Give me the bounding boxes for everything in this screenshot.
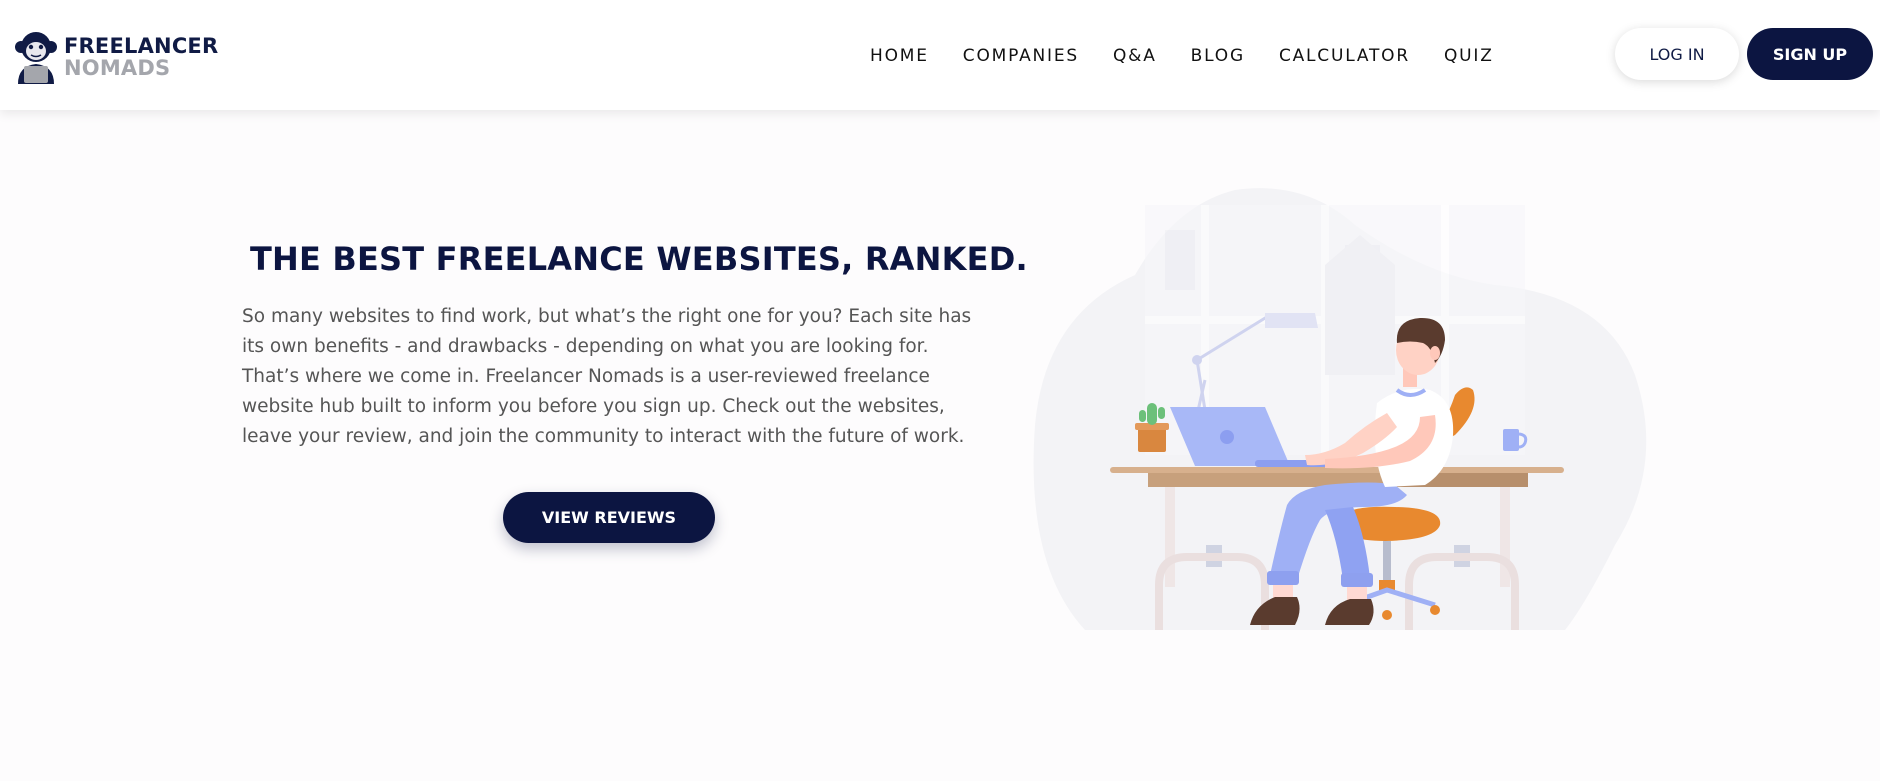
logo-text: FREELANCER NOMADS [64, 35, 218, 79]
login-button[interactable]: LOG IN [1615, 28, 1739, 80]
nav-qa[interactable]: Q&A [1113, 44, 1157, 68]
nav-home[interactable]: HOME [870, 44, 929, 68]
logo-name-top: FREELANCER [64, 34, 219, 58]
monkey-logo-icon [15, 32, 57, 84]
site-header: FREELANCER NOMADS HOME COMPANIES Q&A BLO… [0, 0, 1880, 110]
view-reviews-button[interactable]: VIEW REVIEWS [503, 492, 715, 543]
freelancer-at-desk-illustration [1033, 188, 1647, 630]
signup-button[interactable]: SIGN UP [1747, 28, 1873, 80]
hero-description: So many websites to find work, but what’… [242, 306, 972, 447]
nav-blog[interactable]: BLOG [1191, 44, 1245, 68]
nav-quiz[interactable]: QUIZ [1444, 44, 1494, 68]
main-nav: HOME COMPANIES Q&A BLOG CALCULATOR QUIZ [870, 44, 1494, 68]
hero-title: THE BEST FREELANCE WEBSITES, RANKED. [250, 240, 1028, 278]
logo-name-bottom: NOMADS [64, 56, 171, 80]
logo[interactable]: FREELANCER NOMADS [12, 30, 218, 84]
nav-calculator[interactable]: CALCULATOR [1279, 44, 1410, 68]
nav-companies[interactable]: COMPANIES [963, 44, 1079, 68]
